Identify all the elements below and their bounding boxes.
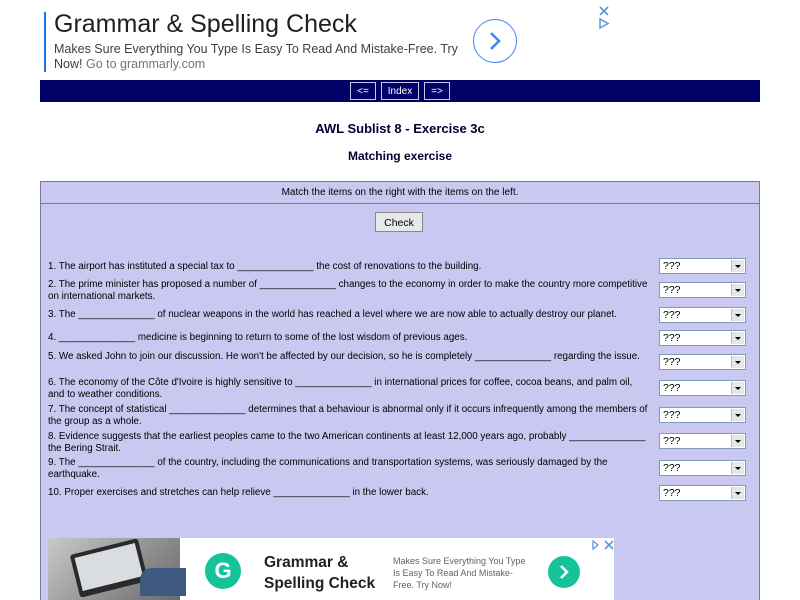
index-button[interactable]: Index xyxy=(381,82,419,100)
dropdown-arrow-icon xyxy=(731,462,744,474)
question-6: 6. The economy of the Côte d'Ivoire is h… xyxy=(48,377,633,400)
ad-bottom-description: Makes Sure Everything You Type Is Easy T… xyxy=(393,556,526,590)
laptop-screen xyxy=(74,543,143,592)
check-button[interactable]: Check xyxy=(375,212,423,232)
question-1: 1. The airport has instituted a special … xyxy=(48,261,482,272)
ad-photo xyxy=(48,538,186,600)
dropdown-arrow-icon xyxy=(731,332,744,344)
answer-select-2[interactable]: ??? xyxy=(659,282,746,298)
prev-button[interactable]: <= xyxy=(350,82,376,100)
answer-select-9[interactable]: ??? xyxy=(659,460,746,476)
ad-description: Makes Sure Everything You Type Is Easy T… xyxy=(54,42,464,72)
adchoices-icon[interactable] xyxy=(598,6,610,30)
page-subtitle: Matching exercise xyxy=(347,149,453,163)
dropdown-arrow-icon xyxy=(731,382,744,394)
next-button[interactable]: => xyxy=(424,82,450,100)
answer-select-value: ??? xyxy=(663,309,681,321)
answer-select-value: ??? xyxy=(663,487,681,499)
answer-select-value: ??? xyxy=(663,409,681,421)
adchoices-icon[interactable] xyxy=(591,538,614,551)
question-3: 3. The ______________ of nuclear weapons… xyxy=(48,309,617,320)
answer-select-value: ??? xyxy=(663,435,681,447)
answer-select-value: ??? xyxy=(663,356,681,368)
question-10: 10. Proper exercises and stretches can h… xyxy=(48,487,429,498)
chevron-right-icon xyxy=(490,32,501,50)
question-7: 7. The concept of statistical __________… xyxy=(48,404,648,427)
answer-select-3[interactable]: ??? xyxy=(659,307,746,323)
answer-select-7[interactable]: ??? xyxy=(659,407,746,423)
dropdown-arrow-icon xyxy=(731,309,744,321)
answer-select-value: ??? xyxy=(663,332,681,344)
answer-select-6[interactable]: ??? xyxy=(659,380,746,396)
answer-select-8[interactable]: ??? xyxy=(659,433,746,449)
dropdown-arrow-icon xyxy=(731,409,744,421)
ad-title[interactable]: Grammar & Spelling Check xyxy=(54,10,357,39)
bottom-ad-banner[interactable]: G Grammar & Spelling Check Makes Sure Ev… xyxy=(48,538,614,600)
page-title: AWL Sublist 8 - Exercise 3c xyxy=(315,121,485,136)
question-9: 9. The ______________ of the country, in… xyxy=(48,457,608,480)
ad-url[interactable]: Go to grammarly.com xyxy=(86,57,205,71)
dropdown-arrow-icon xyxy=(731,487,744,499)
answer-select-value: ??? xyxy=(663,462,681,474)
question-2: 2. The prime minister has proposed a num… xyxy=(48,279,648,302)
grammarly-logo-icon: G xyxy=(205,553,241,589)
question-4: 4. ______________ medicine is beginning … xyxy=(48,332,468,343)
answer-select-4[interactable]: ??? xyxy=(659,330,746,346)
question-8: 8. Evidence suggests that the earliest p… xyxy=(48,431,646,454)
top-ad-banner[interactable]: Grammar & Spelling Check Makes Sure Ever… xyxy=(44,6,614,76)
nav-bar: <= Index => xyxy=(40,80,760,102)
dropdown-arrow-icon xyxy=(731,260,744,272)
ad-accent-bar xyxy=(44,12,46,72)
answer-select-value: ??? xyxy=(663,382,681,394)
person-arm-image xyxy=(140,568,186,596)
ad-next-button[interactable] xyxy=(473,19,517,63)
answer-select-5[interactable]: ??? xyxy=(659,354,746,370)
question-5: 5. We asked John to join our discussion.… xyxy=(48,351,640,362)
dropdown-arrow-icon xyxy=(731,284,744,296)
answer-select-value: ??? xyxy=(663,260,681,272)
chevron-right-icon xyxy=(560,565,569,579)
laptop-image xyxy=(69,538,149,598)
answer-select-1[interactable]: ??? xyxy=(659,258,746,274)
dropdown-arrow-icon xyxy=(731,356,744,368)
instructions: Match the items on the right with the it… xyxy=(40,181,760,204)
ad-bottom-next-button[interactable] xyxy=(548,556,580,588)
answer-select-10[interactable]: ??? xyxy=(659,485,746,501)
ad-bottom-title[interactable]: Grammar & Spelling Check xyxy=(264,552,389,594)
dropdown-arrow-icon xyxy=(731,435,744,447)
answer-select-value: ??? xyxy=(663,284,681,296)
